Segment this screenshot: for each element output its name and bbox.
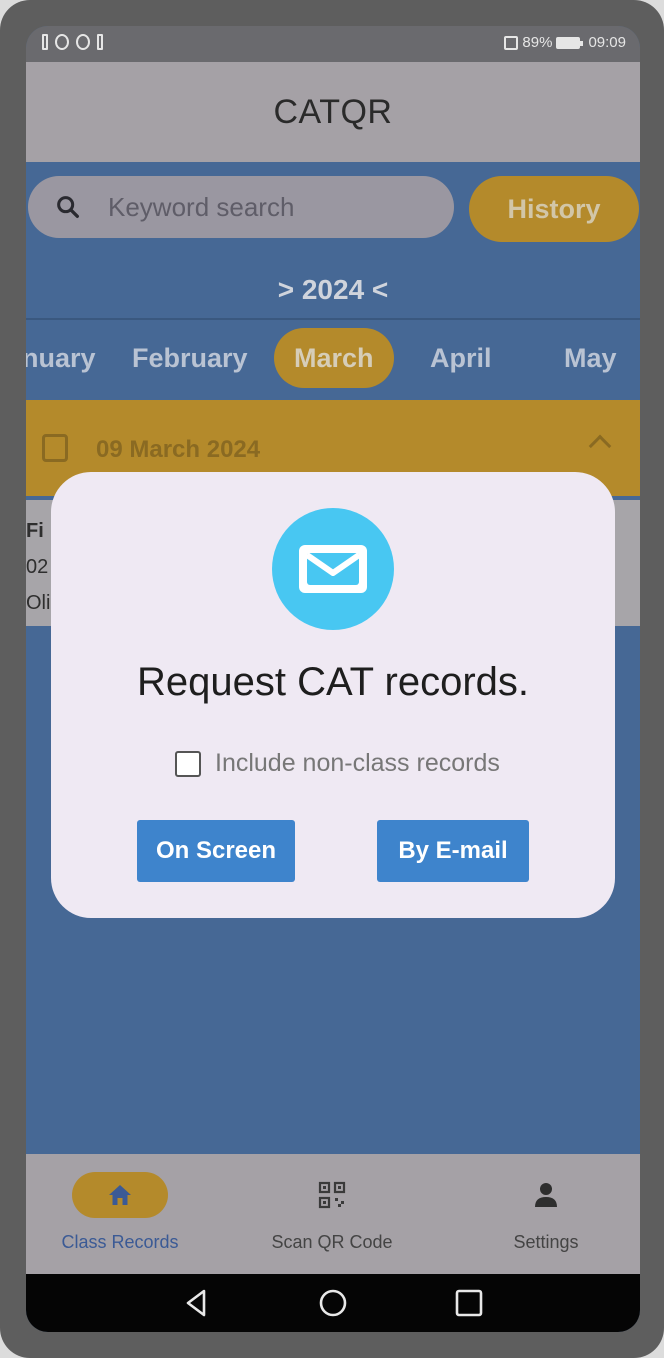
- nfc-icon: [504, 35, 519, 50]
- by-email-button[interactable]: By E-mail: [377, 820, 529, 882]
- sync-icon: [76, 34, 90, 50]
- nav-label: Scan QR Code: [271, 1232, 393, 1252]
- person-icon: [535, 1183, 557, 1207]
- battery-icon: [556, 36, 584, 49]
- screen: 89% 09:09 CATQR History > 2024 < nuary F…: [26, 26, 640, 1332]
- month-february[interactable]: February: [132, 326, 248, 390]
- search-bar[interactable]: [28, 176, 454, 238]
- battery-percent: 89%: [522, 34, 553, 51]
- status-icons-left: [42, 34, 103, 50]
- search-input[interactable]: [108, 190, 438, 224]
- include-non-class-checkbox[interactable]: [175, 750, 201, 777]
- device-frame: 89% 09:09 CATQR History > 2024 < nuary F…: [0, 0, 664, 1358]
- month-april[interactable]: April: [430, 326, 492, 390]
- chevron-up-icon[interactable]: [588, 434, 612, 458]
- record-title: Fi: [26, 520, 44, 542]
- request-records-dialog: Request CAT records. Include non-class r…: [51, 472, 615, 918]
- home-button-icon[interactable]: [316, 1286, 350, 1320]
- nav-pill: [72, 1172, 168, 1218]
- clock: 09:09: [588, 34, 626, 51]
- mail-badge: [272, 508, 394, 630]
- month-may[interactable]: May: [564, 326, 617, 390]
- nav-pill: [284, 1172, 380, 1218]
- nav-label: Class Records: [61, 1232, 179, 1252]
- system-navigation-bar: [26, 1274, 640, 1332]
- month-march[interactable]: March: [274, 328, 394, 388]
- nav-label: Settings: [513, 1232, 579, 1252]
- app-title: CATQR: [273, 92, 393, 131]
- nav-settings[interactable]: Settings: [446, 1172, 640, 1253]
- search-icon: [57, 196, 79, 218]
- bottom-navigation: Class Records Scan QR Code Settings: [26, 1154, 640, 1274]
- status-bar: 89% 09:09: [26, 26, 640, 62]
- divider: [26, 318, 640, 320]
- year-selector[interactable]: > 2024 <: [26, 274, 640, 306]
- month-strip[interactable]: nuary February March April May: [26, 326, 640, 390]
- recents-icon[interactable]: [452, 1286, 486, 1320]
- nav-pill: [498, 1172, 594, 1218]
- wifi-icon: [55, 34, 69, 50]
- nav-scan-qr[interactable]: Scan QR Code: [232, 1172, 432, 1253]
- app-bar: CATQR: [26, 62, 640, 162]
- on-screen-button[interactable]: On Screen: [137, 820, 295, 882]
- nav-class-records[interactable]: Class Records: [26, 1172, 220, 1253]
- home-icon: [109, 1185, 131, 1205]
- calendar-icon: [42, 434, 68, 462]
- sim-icon: [42, 34, 48, 50]
- usb-icon: [97, 34, 103, 50]
- record-date: 02: [26, 556, 49, 578]
- status-icons-right: 89% 09:09: [504, 34, 626, 51]
- include-non-class-label: Include non-class records: [215, 749, 500, 777]
- dialog-title: Request CAT records.: [136, 660, 529, 704]
- envelope-icon: [299, 545, 367, 593]
- back-icon[interactable]: [180, 1286, 214, 1320]
- date-group-label: 09 March 2024: [96, 436, 261, 463]
- month-january[interactable]: nuary: [26, 326, 96, 390]
- record-teacher: Oli: [26, 592, 51, 614]
- qr-code-icon: [318, 1181, 346, 1209]
- include-non-class-option[interactable]: Include non-class records: [175, 749, 500, 778]
- history-button[interactable]: History: [469, 176, 639, 242]
